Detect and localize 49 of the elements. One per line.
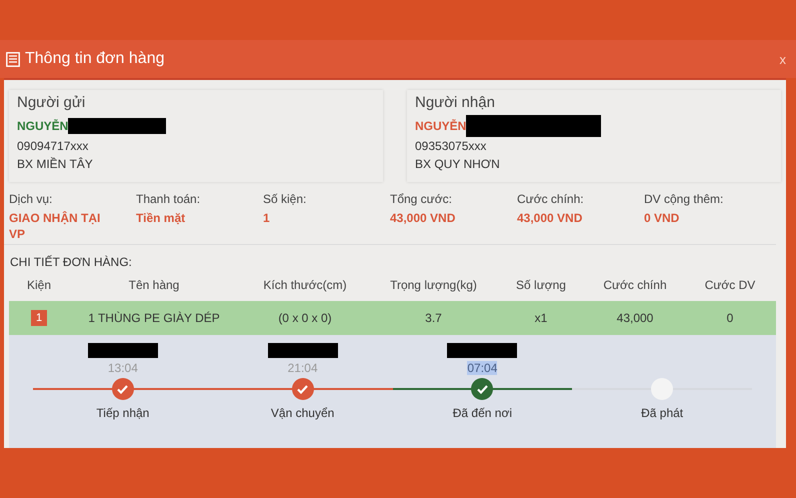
summary-label: DV cộng thêm: bbox=[644, 192, 724, 206]
party-heading: Người nhận bbox=[415, 94, 496, 111]
summary-label: Dịch vụ: bbox=[9, 192, 54, 206]
summary-value: GIAO NHẬN TẠI VP bbox=[9, 210, 102, 242]
window-title: Thông tin đơn hàng bbox=[25, 50, 164, 68]
table-cell: x1 bbox=[534, 311, 548, 325]
table-cell: 43,000 bbox=[616, 311, 654, 325]
summary-label: Cước chính: bbox=[517, 192, 585, 206]
column-header: Kích thước(cm) bbox=[262, 278, 348, 292]
table-cell: (0 x 0 x 0) bbox=[278, 311, 332, 325]
step-label: Vận chuyển bbox=[270, 406, 334, 420]
column-header: Trọng lượng(kg) bbox=[389, 278, 478, 292]
check-icon bbox=[476, 384, 488, 394]
summary-value: 0 VND bbox=[644, 210, 680, 226]
summary-value: 43,000 VND bbox=[517, 210, 584, 226]
summary-label: Tổng cước: bbox=[390, 192, 453, 206]
document-icon bbox=[6, 52, 20, 66]
column-header: Kiện bbox=[26, 278, 52, 292]
column-header: Cước chính bbox=[602, 278, 668, 292]
party-name: NGUYỄN bbox=[17, 119, 68, 133]
step-time: 21:04 bbox=[288, 361, 318, 375]
step-label: Tiếp nhận bbox=[96, 406, 150, 420]
party-phone: 09094717xxx bbox=[17, 139, 90, 153]
summary-value: 43,000 VND bbox=[390, 210, 456, 226]
party-phone: 09353075xxx bbox=[415, 139, 488, 153]
summary-value: Tiền mặt bbox=[136, 210, 186, 226]
step-label: Đã đến nơi bbox=[452, 406, 512, 420]
step-label: Đã phát bbox=[641, 406, 684, 420]
check-icon bbox=[117, 384, 128, 394]
section-title: CHI TIẾT ĐƠN HÀNG: bbox=[10, 255, 133, 269]
check-icon bbox=[297, 384, 308, 394]
parcel-badge: 1 bbox=[30, 310, 48, 326]
column-header: Cước DV bbox=[704, 278, 756, 292]
step-time: 13:04 bbox=[108, 361, 138, 375]
close-button[interactable]: x bbox=[778, 52, 788, 66]
party-address: BX MIỀN TÂY bbox=[17, 157, 94, 171]
party-heading: Người gửi bbox=[17, 94, 86, 111]
column-header: Số lượng bbox=[515, 278, 567, 292]
table-cell: 1 THÙNG PE GIÀY DÉP bbox=[88, 311, 220, 325]
table-cell: 0 bbox=[726, 311, 734, 325]
party-address: BX QUY NHƠN bbox=[415, 157, 501, 171]
summary-value: 1 bbox=[263, 210, 271, 226]
summary-label: Số kiện: bbox=[263, 192, 308, 206]
step-dot bbox=[651, 378, 674, 400]
table-cell: 3.7 bbox=[425, 311, 442, 325]
step-time: 07:04 bbox=[467, 361, 498, 375]
summary-label: Thanh toán: bbox=[136, 192, 202, 206]
party-name: NGUYỄN bbox=[415, 119, 466, 133]
column-header: Tên hàng bbox=[128, 278, 180, 292]
